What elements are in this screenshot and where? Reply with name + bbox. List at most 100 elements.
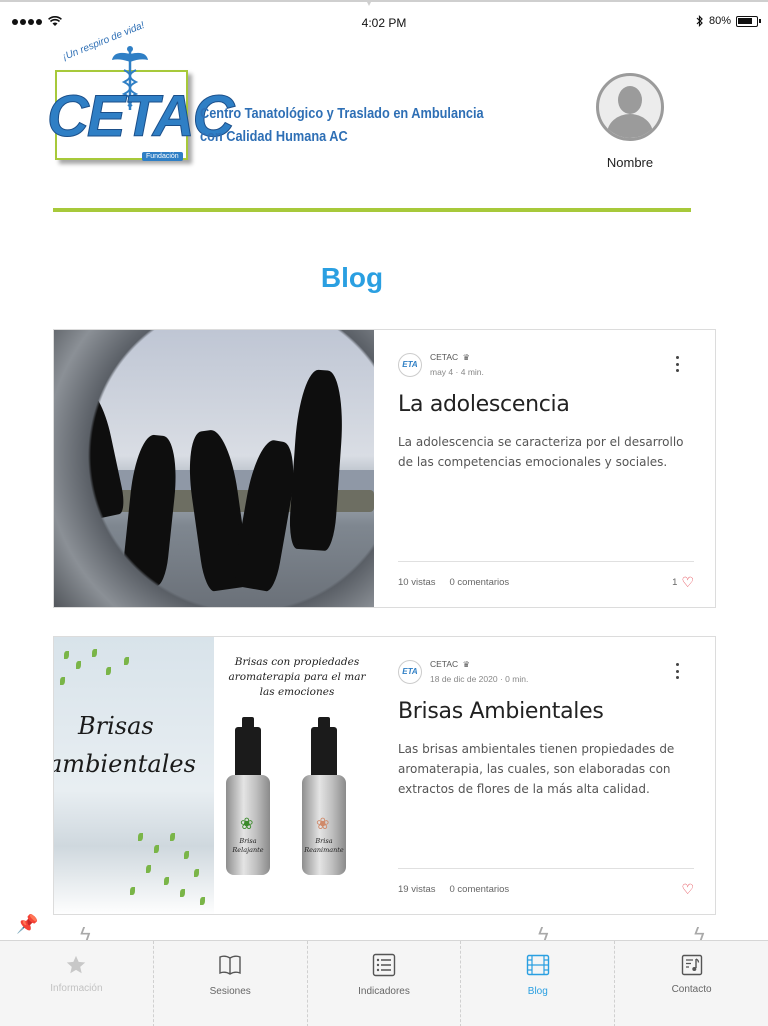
tab-label: Indicadores [358, 986, 410, 997]
heart-icon[interactable]: ♡ [681, 575, 694, 589]
tab-label: Información [50, 983, 103, 994]
star-icon [64, 953, 88, 977]
org-name-line-1: Centro Tanatológico y Traslado en Ambula… [200, 106, 484, 122]
leaf-decoration [60, 677, 65, 685]
tab-label: Sesiones [209, 986, 251, 997]
tab-label: Contacto [671, 984, 712, 995]
post-body: ETA CETAC ♛ 18 de dic de 2020 · 0 min. B… [398, 637, 694, 914]
leaf-decoration [164, 877, 169, 885]
promo-text-line-3: las emociones [259, 686, 335, 698]
bottle-label: Brisa Reanimante [302, 837, 346, 855]
post-title[interactable]: Brisas Ambientales [398, 699, 604, 724]
leaf-decoration [146, 865, 151, 873]
bottle-label-line-1: Brisa [315, 837, 333, 845]
battery-percent: 80% [708, 15, 731, 27]
post-title[interactable]: La adolescencia [398, 392, 570, 417]
crown-icon: ♛ [462, 660, 470, 669]
bottle-label-line-1: Brisa [239, 837, 257, 845]
status-time: 4:02 PM [361, 16, 407, 30]
blog-post-card[interactable]: ETA CETAC ♛ may 4 · 4 min. La adolescenc… [53, 329, 716, 608]
bottom-tab-bar: Información Sesiones Indicadores Blog Co… [0, 940, 768, 1026]
list-icon [372, 953, 396, 977]
leaf-decoration [138, 833, 143, 841]
leaf-decoration [200, 897, 205, 905]
more-options-icon[interactable] [670, 354, 684, 374]
author-avatar[interactable]: ETA [398, 352, 422, 377]
promo-headline: Brisas ambientales [54, 707, 196, 783]
author-meta: CETAC ♛ may 4 · 4 min. [430, 350, 484, 379]
like-button[interactable]: ♡ [677, 882, 694, 896]
stats-divider [398, 868, 694, 869]
more-options-icon[interactable] [670, 661, 684, 681]
promo-text-line-2: aromaterapia para el mar [228, 671, 366, 683]
lotus-icon: ❀ [240, 816, 254, 833]
org-name-line-2: con Calidad Humana AC [200, 129, 348, 145]
leaf-decoration [106, 667, 111, 675]
photo-tunnel-frame [54, 330, 374, 607]
user-avatar[interactable] [596, 73, 664, 141]
author-meta: CETAC ♛ 18 de dic de 2020 · 0 min. [430, 657, 528, 686]
author-avatar[interactable]: ETA [398, 659, 422, 684]
tab-blog[interactable]: Blog [461, 941, 616, 1026]
tab-informacion[interactable]: Información [0, 941, 154, 1026]
brisas-promo-image: Brisas ambientales Brisas con propiedade… [54, 637, 374, 914]
post-body: ETA CETAC ♛ may 4 · 4 min. La adolescenc… [398, 330, 694, 607]
author-name[interactable]: CETAC [430, 659, 458, 669]
post-excerpt: Las brisas ambientales tienen propiedade… [398, 742, 675, 796]
leaf-decoration [124, 657, 129, 665]
film-icon [526, 953, 550, 977]
promo-headline-line-1: Brisas [78, 712, 154, 740]
avatar-body [607, 114, 653, 138]
leaf-decoration [64, 651, 69, 659]
leaf-decoration [76, 661, 81, 669]
post-image[interactable] [54, 330, 374, 607]
tab-label: Blog [527, 986, 548, 997]
leaf-decoration [184, 851, 189, 859]
post-image[interactable]: Brisas ambientales Brisas con propiedade… [54, 637, 374, 914]
adolescence-photo [54, 330, 374, 607]
leaf-decoration [154, 845, 159, 853]
logo-foundation-badge: Fundación [142, 152, 183, 161]
post-views: 19 vistas [398, 883, 436, 895]
leaf-decoration [180, 889, 185, 897]
post-comments[interactable]: 0 comentarios [450, 884, 510, 895]
stats-divider [398, 561, 694, 562]
like-count: 1 [672, 576, 678, 588]
post-author-row[interactable]: ETA CETAC ♛ 18 de dic de 2020 · 0 min. [398, 657, 528, 686]
post-date: 18 de dic de 2020 [430, 674, 498, 684]
tab-indicadores[interactable]: Indicadores [308, 941, 462, 1026]
leaf-decoration [130, 887, 135, 895]
post-author-row[interactable]: ETA CETAC ♛ may 4 · 4 min. [398, 350, 484, 379]
status-right: 80% [696, 15, 761, 27]
bottle-cap [235, 727, 261, 779]
lotus-icon: ❀ [316, 816, 330, 833]
organization-name: Centro Tanatológico y Traslado en Ambula… [200, 103, 484, 149]
post-stats: 19 vistas 0 comentarios ♡ [398, 882, 694, 896]
post-read-time: 0 min. [505, 674, 529, 684]
page-title: Blog [320, 262, 384, 293]
leaf-decoration [170, 833, 175, 841]
tab-contacto[interactable]: Contacto [615, 941, 768, 1026]
promo-text: Brisas con propiedades aromaterapia para… [222, 655, 372, 700]
tab-sesiones[interactable]: Sesiones [154, 941, 308, 1026]
author-name[interactable]: CETAC [430, 352, 458, 362]
promo-text-line-1: Brisas con propiedades [234, 656, 360, 668]
promo-headline-line-2: ambientales [54, 750, 196, 778]
post-stats: 10 vistas 0 comentarios 1 ♡ [398, 575, 694, 589]
music-note-icon [680, 953, 704, 977]
crown-icon: ♛ [462, 353, 470, 362]
heart-icon[interactable]: ♡ [681, 882, 694, 896]
book-icon [218, 953, 242, 977]
blog-post-card[interactable]: Brisas ambientales Brisas con propiedade… [53, 636, 716, 915]
leaf-decoration [194, 869, 199, 877]
post-date: may 4 [430, 367, 454, 377]
battery-icon [736, 15, 761, 27]
pin-icon[interactable]: 📌 [16, 914, 38, 935]
user-name[interactable]: Nombre [580, 155, 680, 170]
bluetooth-icon [696, 15, 703, 27]
leaf-decoration [92, 649, 97, 657]
like-button[interactable]: 1 ♡ [672, 575, 694, 589]
header-divider [53, 208, 691, 212]
post-excerpt: La adolescencia se caracteriza por el de… [398, 435, 684, 469]
post-comments[interactable]: 0 comentarios [450, 577, 510, 588]
